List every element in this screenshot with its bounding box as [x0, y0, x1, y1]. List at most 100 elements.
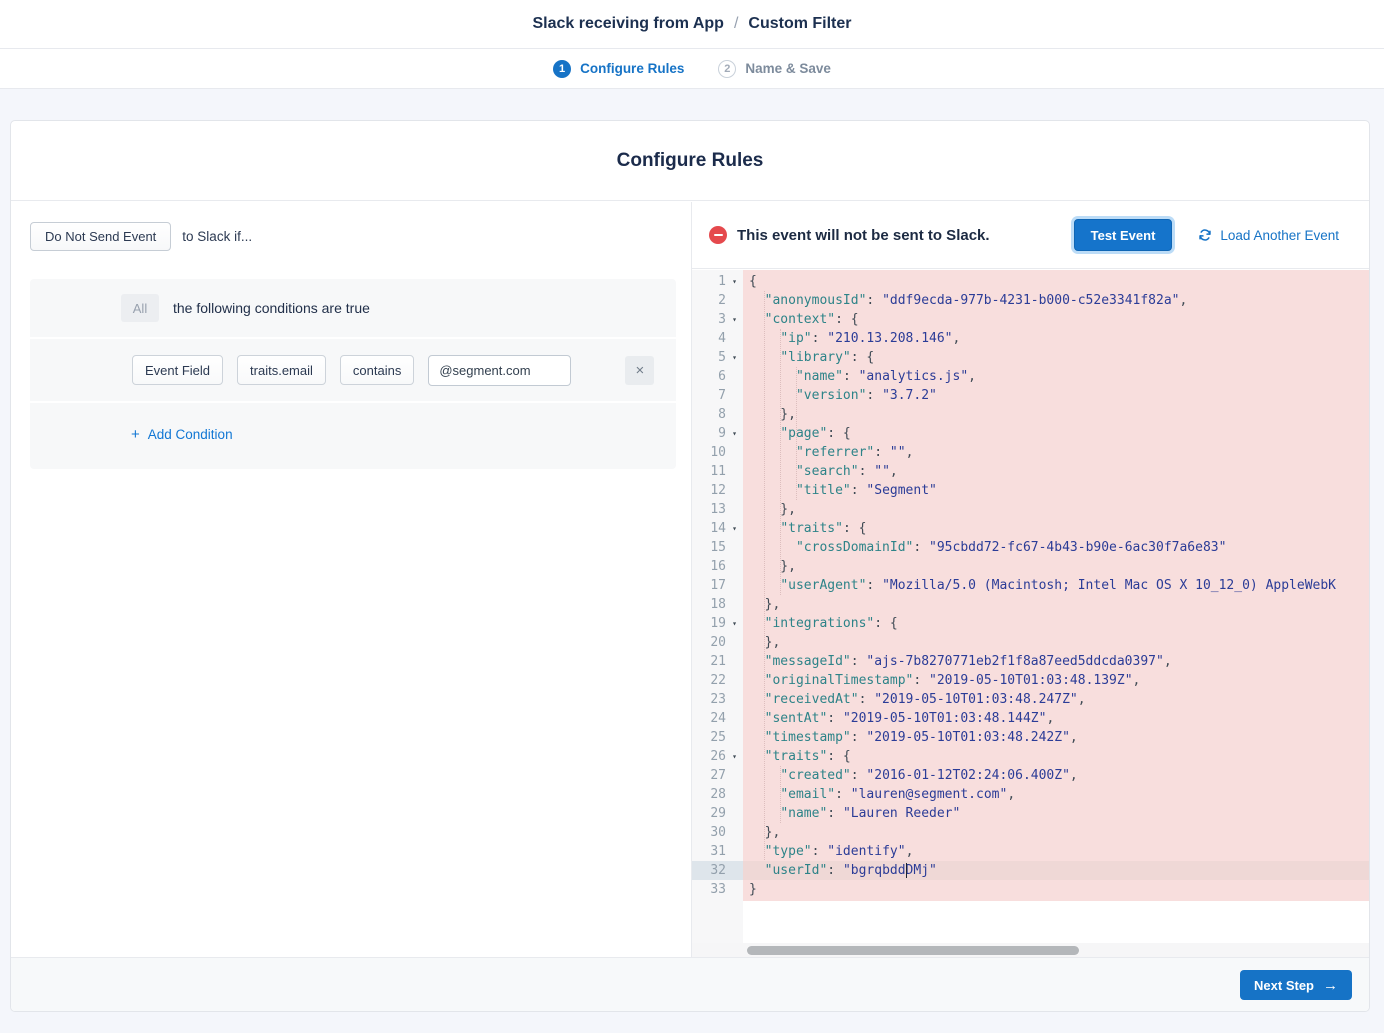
fold-icon[interactable] — [726, 557, 743, 576]
code-line[interactable]: "name": "Lauren Reeder" — [743, 804, 1370, 823]
remove-condition-button[interactable]: × — [625, 356, 654, 385]
fold-icon[interactable] — [726, 785, 743, 804]
code-line[interactable]: "userAgent": "Mozilla/5.0 (Macintosh; In… — [743, 576, 1370, 595]
fold-icon[interactable]: ▾ — [726, 310, 743, 329]
json-editor[interactable]: { "anonymousId": "ddf9ecda-977b-4231-b00… — [692, 270, 1370, 959]
code-line[interactable]: "messageId": "ajs-7b8270771eb2f1f8a87eed… — [743, 652, 1370, 671]
fold-icon[interactable] — [726, 291, 743, 310]
code-line[interactable]: "anonymousId": "ddf9ecda-977b-4231-b000-… — [743, 291, 1370, 310]
fold-icon[interactable]: ▾ — [726, 348, 743, 367]
fold-icon[interactable] — [726, 880, 743, 899]
plus-icon: + — [131, 426, 140, 443]
code-line[interactable]: "context": { — [743, 310, 1370, 329]
fold-icon[interactable] — [726, 576, 743, 595]
load-another-event-link[interactable]: Load Another Event — [1198, 228, 1339, 243]
code-line[interactable]: }, — [743, 500, 1370, 519]
code-line[interactable]: "sentAt": "2019-05-10T01:03:48.144Z", — [743, 709, 1370, 728]
fold-icon[interactable]: ▾ — [726, 614, 743, 633]
code-line[interactable]: }, — [743, 595, 1370, 614]
conditions-panel: All the following conditions are true Ev… — [30, 279, 676, 469]
fold-icon[interactable] — [726, 595, 743, 614]
breadcrumb-primary: Slack receiving from App — [532, 15, 723, 33]
fold-icon[interactable]: ▾ — [726, 272, 743, 291]
line-number: 10 — [692, 443, 743, 462]
fold-icon[interactable] — [726, 709, 743, 728]
fold-icon[interactable] — [726, 462, 743, 481]
fold-icon[interactable] — [726, 728, 743, 747]
step-name-save[interactable]: 2 Name & Save — [718, 60, 831, 78]
line-number: 18 — [692, 595, 743, 614]
breadcrumb-separator: / — [734, 15, 738, 33]
step-configure-rules[interactable]: 1 Configure Rules — [553, 60, 684, 78]
fold-icon[interactable] — [726, 690, 743, 709]
line-number: 8 — [692, 405, 743, 424]
operator-selector[interactable]: contains — [340, 355, 414, 385]
fold-icon[interactable] — [726, 443, 743, 462]
fold-icon[interactable] — [726, 766, 743, 785]
fold-icon[interactable] — [726, 861, 743, 880]
code-line[interactable]: }, — [743, 633, 1370, 652]
code-line[interactable]: "email": "lauren@segment.com", — [743, 785, 1370, 804]
code-line[interactable]: "version": "3.7.2" — [743, 386, 1370, 405]
fold-icon[interactable] — [726, 386, 743, 405]
code-line[interactable]: "userId": "bgrqbddDMj" — [743, 861, 1370, 880]
code-line[interactable]: "created": "2016-01-12T02:24:06.400Z", — [743, 766, 1370, 785]
fold-icon[interactable] — [726, 804, 743, 823]
line-number: 9▾ — [692, 424, 743, 443]
action-type-button[interactable]: Do Not Send Event — [30, 222, 171, 251]
fold-icon[interactable]: ▾ — [726, 747, 743, 766]
fold-icon[interactable] — [726, 823, 743, 842]
code-line[interactable]: "title": "Segment" — [743, 481, 1370, 500]
step-2-badge: 2 — [718, 60, 736, 78]
line-number: 27 — [692, 766, 743, 785]
fold-icon[interactable] — [726, 329, 743, 348]
code-line[interactable]: "integrations": { — [743, 614, 1370, 633]
test-event-button[interactable]: Test Event — [1074, 219, 1173, 251]
code-line[interactable]: "name": "analytics.js", — [743, 367, 1370, 386]
match-caption: the following conditions are true — [173, 300, 370, 316]
fold-icon[interactable] — [726, 481, 743, 500]
condition-value-input[interactable] — [428, 355, 571, 386]
code-line[interactable]: "search": "", — [743, 462, 1370, 481]
next-step-button[interactable]: Next Step → — [1240, 970, 1352, 1000]
close-icon: × — [635, 363, 644, 378]
fold-icon[interactable] — [726, 367, 743, 386]
code-line[interactable]: }, — [743, 823, 1370, 842]
code-lines[interactable]: { "anonymousId": "ddf9ecda-977b-4231-b00… — [743, 270, 1370, 899]
add-condition-button[interactable]: + Add Condition — [131, 426, 233, 443]
code-area[interactable]: { "anonymousId": "ddf9ecda-977b-4231-b00… — [743, 270, 1370, 943]
fold-icon[interactable] — [726, 405, 743, 424]
code-line[interactable]: { — [743, 272, 1370, 291]
code-line[interactable]: "library": { — [743, 348, 1370, 367]
code-line[interactable]: "crossDomainId": "95cbdd72-fc67-4b43-b90… — [743, 538, 1370, 557]
fold-icon[interactable] — [726, 500, 743, 519]
code-line[interactable]: }, — [743, 405, 1370, 424]
code-line[interactable]: "traits": { — [743, 747, 1370, 766]
code-line[interactable]: "traits": { — [743, 519, 1370, 538]
page-title: Configure Rules — [11, 121, 1369, 201]
fold-icon[interactable] — [726, 652, 743, 671]
fold-icon[interactable] — [726, 538, 743, 557]
code-line[interactable]: }, — [743, 557, 1370, 576]
line-number: 25 — [692, 728, 743, 747]
fold-icon[interactable]: ▾ — [726, 519, 743, 538]
code-line[interactable]: "referrer": "", — [743, 443, 1370, 462]
field-type-selector[interactable]: Event Field — [132, 355, 223, 385]
code-line[interactable]: "timestamp": "2019-05-10T01:03:48.242Z", — [743, 728, 1370, 747]
code-line[interactable]: "page": { — [743, 424, 1370, 443]
fold-icon[interactable] — [726, 671, 743, 690]
field-path-selector[interactable]: traits.email — [237, 355, 326, 385]
fold-icon[interactable] — [726, 842, 743, 861]
code-line[interactable]: "receivedAt": "2019-05-10T01:03:48.247Z"… — [743, 690, 1370, 709]
breadcrumb-secondary: Custom Filter — [748, 15, 851, 33]
fold-icon[interactable]: ▾ — [726, 424, 743, 443]
code-line[interactable]: "type": "identify", — [743, 842, 1370, 861]
line-number: 29 — [692, 804, 743, 823]
gutter: 1▾23▾45▾6789▾1011121314▾1516171819▾20212… — [692, 270, 743, 943]
code-line[interactable]: "originalTimestamp": "2019-05-10T01:03:4… — [743, 671, 1370, 690]
code-line[interactable]: "ip": "210.13.208.146", — [743, 329, 1370, 348]
horizontal-scrollbar-thumb[interactable] — [747, 946, 1079, 955]
fold-icon[interactable] — [726, 633, 743, 652]
code-line[interactable]: } — [743, 880, 1370, 899]
match-mode-badge[interactable]: All — [121, 294, 159, 322]
